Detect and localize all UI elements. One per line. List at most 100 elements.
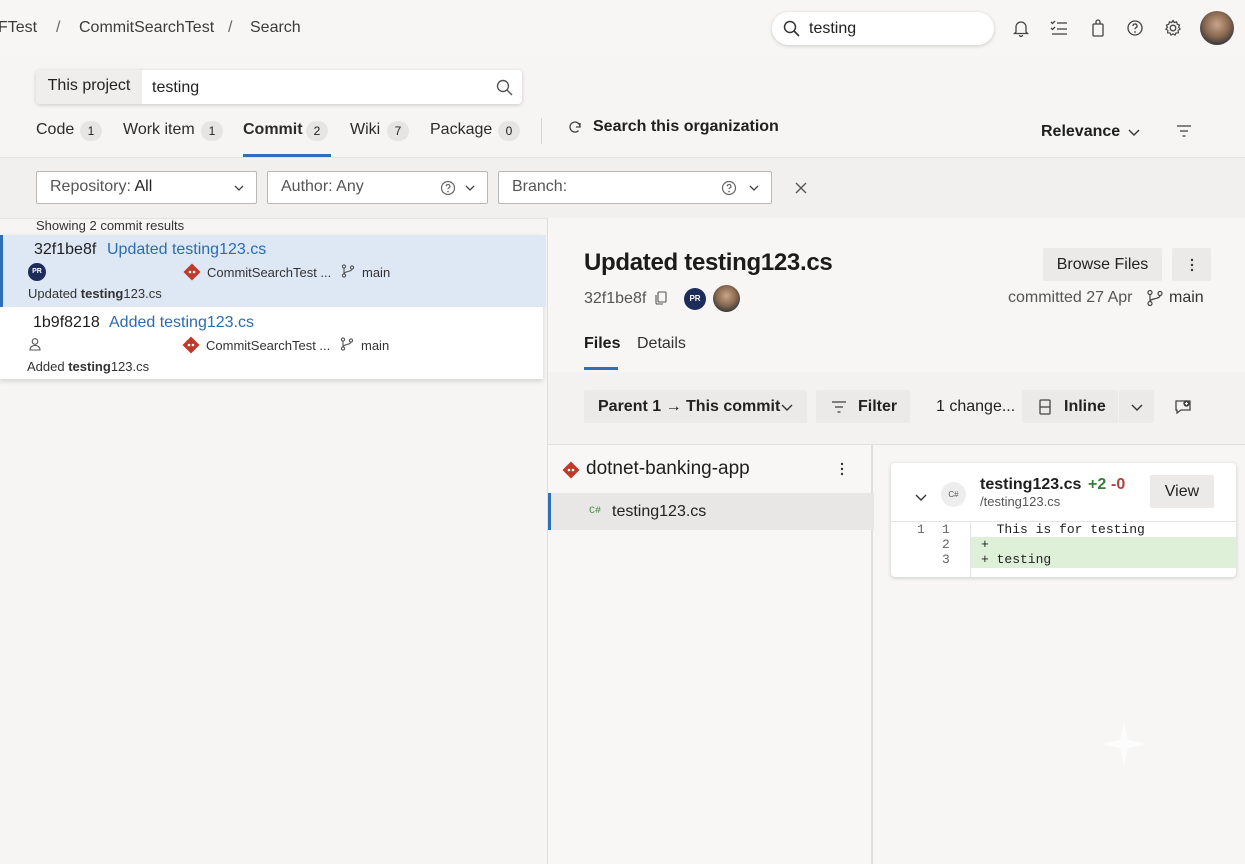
user-avatar[interactable]: [1200, 11, 1234, 45]
more-vertical-icon[interactable]: [832, 459, 852, 479]
git-repo-icon: [561, 460, 581, 480]
person-icon: [27, 336, 43, 352]
commit-detail-hash: 32f1be8f: [584, 290, 647, 307]
csharp-file-icon: C#: [941, 482, 966, 507]
scope-selector[interactable]: This project: [36, 70, 142, 104]
collapse-chevron-icon[interactable]: [911, 487, 931, 507]
diff-line: 2 +: [891, 537, 1236, 552]
git-repo-icon: [182, 262, 202, 282]
filter-button[interactable]: Filter: [816, 390, 910, 423]
commit-results-list: 32f1be8f Updated testing123.cs PR Commit…: [0, 235, 546, 379]
compare-parent-label: Parent 1 → This commit: [598, 398, 781, 415]
branch-name: main: [361, 338, 390, 353]
diff-line: 3 + testing: [891, 552, 1236, 567]
old-line-number: 1: [917, 522, 925, 537]
tab-details[interactable]: Details: [637, 335, 686, 353]
view-mode-dropdown[interactable]: [1119, 390, 1154, 423]
more-actions-button[interactable]: [1172, 248, 1211, 281]
commit-title-link[interactable]: Updated testing123.cs: [107, 241, 266, 259]
help-icon[interactable]: [719, 178, 739, 198]
file-diff-card: C# testing123.cs +2 -0 /testing123.cs Vi…: [891, 463, 1236, 577]
repository-filter-dropdown[interactable]: Repository: All: [36, 171, 257, 204]
refresh-arrow-icon: [566, 118, 586, 138]
browse-files-button[interactable]: Browse Files: [1043, 248, 1162, 281]
copy-icon[interactable]: [652, 289, 670, 307]
breadcrumb-item-project[interactable]: CommitSearchTest: [79, 19, 214, 37]
filter-icon[interactable]: [1174, 121, 1194, 141]
commit-result-item[interactable]: 32f1be8f Updated testing123.cs PR Commit…: [0, 235, 546, 307]
view-mode-inline-button[interactable]: Inline: [1022, 390, 1118, 423]
new-line-number: 1: [942, 522, 950, 537]
branch-icon: [1145, 288, 1165, 308]
branch-icon: [339, 336, 355, 352]
changes-count: 1 change...: [936, 398, 1016, 415]
settings-gear-icon[interactable]: [1163, 18, 1183, 38]
task-list-icon[interactable]: [1049, 18, 1069, 38]
breadcrumb-separator: /: [56, 19, 61, 36]
committer-avatar: [713, 285, 740, 312]
more-vertical-icon: [1182, 255, 1202, 275]
compare-parent-dropdown[interactable]: Parent 1 → This commit: [584, 390, 807, 423]
filter-icon: [829, 397, 849, 417]
line-content: +: [981, 537, 989, 552]
tab-wiki-count: 7: [387, 121, 409, 141]
help-icon[interactable]: [438, 178, 458, 198]
line-content: This is for testing: [981, 522, 1145, 537]
top-bar: FTest / CommitSearchTest / Search testin…: [0, 0, 1245, 56]
diff-file-path: /testing123.cs: [980, 494, 1061, 509]
global-search-input[interactable]: testing: [772, 12, 994, 45]
diff-line: 1 1 This is for testing: [891, 522, 1236, 537]
csharp-file-icon: C#: [589, 506, 602, 517]
tree-repository-name: dotnet-banking-app: [586, 458, 750, 479]
tab-commit[interactable]: Commit: [243, 121, 303, 139]
scoped-search-input[interactable]: testing: [152, 79, 199, 97]
tab-commit-count: 2: [306, 121, 328, 141]
clear-filters-close-icon[interactable]: [791, 178, 811, 198]
sparkle-decoration: [1100, 720, 1148, 768]
bell-icon[interactable]: [1011, 18, 1031, 38]
author-filter-dropdown[interactable]: Author: Any: [267, 171, 488, 204]
line-content: + testing: [981, 552, 1052, 567]
tab-wiki[interactable]: Wiki: [350, 121, 380, 139]
breadcrumb-separator: /: [228, 19, 233, 36]
chevron-down-icon[interactable]: [1124, 122, 1144, 142]
search-organization-link[interactable]: Search this organization: [593, 118, 779, 136]
branch-name: main: [362, 265, 391, 280]
comments-toggle-icon[interactable]: [1173, 397, 1193, 417]
commit-detail-title: Updated testing123.cs: [584, 249, 833, 276]
branch-filter-dropdown[interactable]: Branch:: [498, 171, 772, 204]
commit-result-item[interactable]: 1b9f8218 Added testing123.cs CommitSearc…: [2, 307, 543, 379]
tab-code[interactable]: Code: [36, 121, 74, 139]
help-icon[interactable]: [1125, 18, 1145, 38]
chevron-down-icon: [744, 178, 764, 198]
branch-icon: [340, 263, 356, 279]
search-icon[interactable]: [495, 78, 515, 98]
shopping-bag-icon[interactable]: [1088, 18, 1108, 38]
tab-work-item[interactable]: Work item: [123, 121, 195, 139]
committed-date: committed 27 Apr: [1008, 289, 1133, 306]
branch-filter-label: Branch:: [512, 178, 568, 195]
repository-filter-label: Repository:: [50, 178, 131, 195]
diff-deletions: -0: [1111, 476, 1126, 493]
tab-package-count: 0: [498, 121, 520, 141]
chevron-down-icon: [460, 178, 480, 198]
filter-button-label: Filter: [858, 398, 898, 415]
global-search-value: testing: [809, 20, 857, 37]
commit-title-link[interactable]: Added testing123.cs: [109, 314, 254, 332]
repository-name: CommitSearchTest ...: [207, 265, 332, 280]
author-avatar: PR: [684, 288, 706, 310]
chevron-down-icon: [777, 397, 797, 417]
author-filter-value: Any: [336, 178, 364, 195]
sort-relevance-dropdown[interactable]: Relevance: [1041, 123, 1120, 141]
breadcrumb-item-organization[interactable]: FTest: [0, 19, 37, 37]
divider: [541, 118, 542, 144]
diff-additions: +2: [1088, 476, 1107, 493]
commit-branch-name: main: [1169, 289, 1204, 306]
tab-files[interactable]: Files: [584, 335, 620, 353]
repository-filter-value: All: [134, 178, 153, 195]
view-file-button[interactable]: View: [1150, 475, 1214, 508]
commit-description: Added testing123.cs: [27, 359, 150, 374]
active-tab-indicator: [584, 367, 618, 370]
tab-package[interactable]: Package: [430, 121, 492, 139]
breadcrumb-item-search[interactable]: Search: [250, 19, 301, 37]
